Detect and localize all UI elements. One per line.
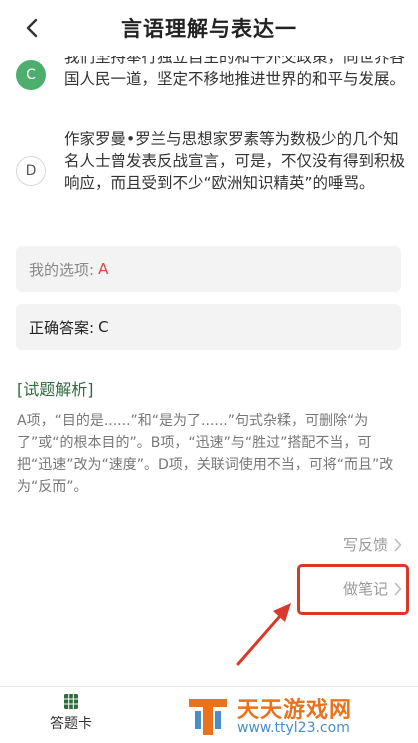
correct-answer-box: 正确答案: C: [16, 304, 401, 350]
answer-card-tab[interactable]: 答题卡: [40, 693, 102, 733]
my-choice-box: 我的选项: A: [16, 246, 401, 292]
grid-icon: [64, 694, 78, 709]
watermark-url: www.ttyl23.com: [237, 720, 350, 736]
page-title: 言语理解与表达一: [121, 17, 297, 41]
watermark: 天天游戏网 www.ttyl23.com: [175, 689, 418, 743]
correct-answer-value: C: [98, 318, 109, 336]
answer-card-label: 答题卡: [50, 716, 92, 732]
analysis-text: A项，“目的是......”和“是为了......”句式杂糅，可删除“为了”或“…: [17, 413, 394, 495]
option-d-badge: D: [16, 156, 46, 186]
header: 言语理解与表达一: [0, 0, 418, 56]
my-choice-value: A: [98, 260, 109, 278]
chevron-right-icon: [394, 538, 402, 552]
option-d[interactable]: D 作家罗曼•罗兰与思想家罗素等为数极少的几个知名人士曾发表反战宣言，可是，不仅…: [16, 128, 406, 194]
take-note-label: 做笔记: [342, 580, 388, 598]
my-choice-label: 我的选项:: [29, 260, 95, 279]
analysis-title: [试题解析]: [17, 380, 94, 399]
write-feedback-link[interactable]: 写反馈: [343, 534, 402, 555]
watermark-logo-icon: [189, 699, 227, 735]
chevron-right-icon: [394, 582, 402, 596]
write-feedback-label: 写反馈: [342, 536, 388, 554]
option-c-badge: C: [16, 60, 46, 90]
take-note-link[interactable]: 做笔记: [343, 578, 402, 599]
option-d-text: 作家罗曼•罗兰与思想家罗素等为数极少的几个知名人士曾发表反战宣言，可是，不仅没有…: [64, 130, 406, 192]
annotation-arrow-icon: [236, 603, 291, 666]
correct-answer-label: 正确答案:: [29, 318, 95, 337]
